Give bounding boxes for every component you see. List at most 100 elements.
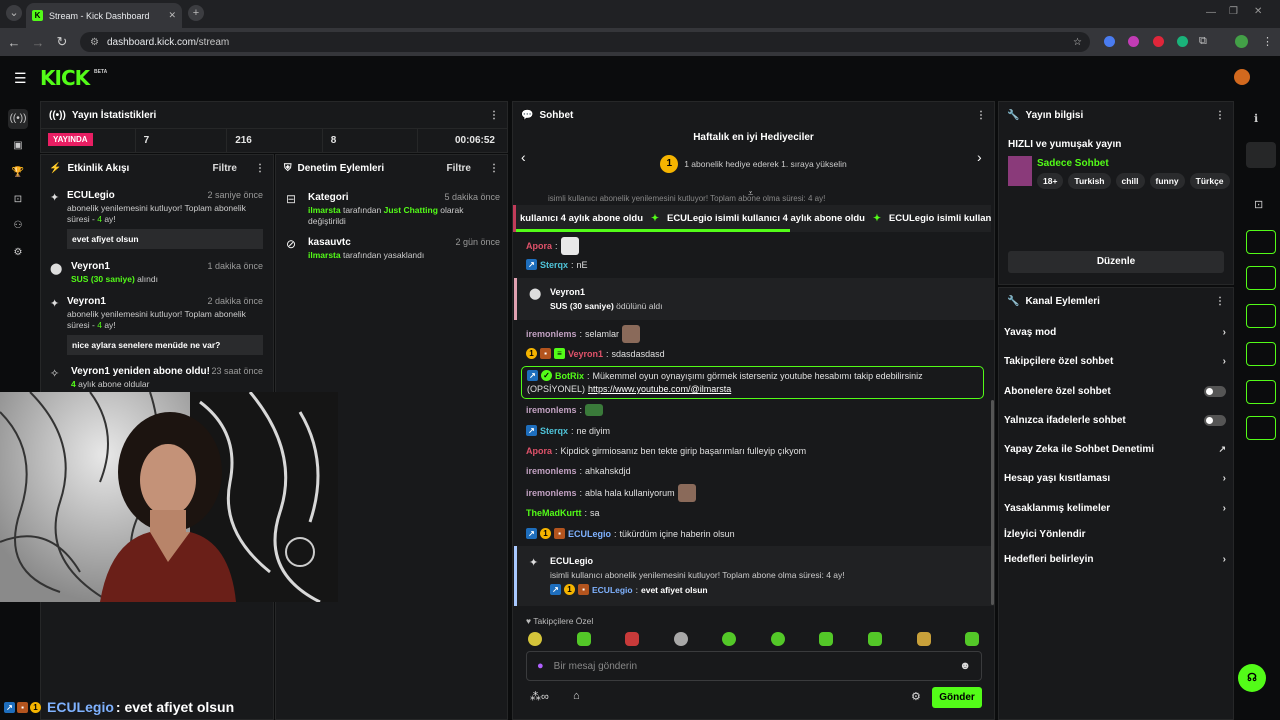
url-input[interactable]: ⚙ dashboard.kick.com/stream ☆: [80, 32, 1090, 52]
chat-message: ↗ Sterqx: ne diyim: [526, 425, 610, 436]
channel-actions-menu-icon[interactable]: ⋮: [1215, 296, 1225, 307]
action-banned-words[interactable]: Yasaklanmış kelimeler ›: [1004, 503, 1226, 514]
browser-tab[interactable]: K Stream - Kick Dashboard ✕: [26, 3, 182, 28]
chevron-right-icon: ›: [1222, 356, 1226, 367]
pin-icon[interactable]: ⩡: [748, 188, 753, 199]
sub-quote: ↗ 1 ▪ ECULegio: evet afiyet olsun: [550, 584, 708, 595]
edit-button[interactable]: Düzenle: [1008, 251, 1224, 273]
quick-action-icon[interactable]: ⊡: [1254, 198, 1263, 211]
gifter-badge-icon: 1: [564, 584, 575, 595]
bookmark-star-icon[interactable]: ☆: [1073, 37, 1082, 48]
reload-icon[interactable]: ↻: [50, 34, 74, 50]
support-chat-icon[interactable]: ☊: [1238, 664, 1266, 692]
action-ai-moderation[interactable]: Yapay Zeka ile Sohbet Denetimi ↗: [1004, 444, 1226, 455]
kick-logo[interactable]: KICK: [40, 66, 90, 90]
site-info-icon[interactable]: ⚙: [90, 37, 99, 48]
emote-shortcut[interactable]: [625, 632, 639, 646]
chat-settings-icon[interactable]: ⚙: [911, 690, 921, 703]
minimize-icon[interactable]: —: [1206, 7, 1216, 18]
action-account-age[interactable]: Hesap yaşı kısıtlaması ›: [1004, 473, 1226, 484]
activity-menu-icon[interactable]: ⋮: [255, 163, 265, 174]
extension-icon[interactable]: [1128, 36, 1139, 47]
toggle-switch[interactable]: [1204, 415, 1226, 426]
action-followers-only[interactable]: Takipçilere özel sohbet ›: [1004, 356, 1226, 367]
moderation-filter-button[interactable]: Filtre: [447, 163, 471, 174]
emote-shortcut[interactable]: [577, 632, 591, 646]
stream-info-menu-icon[interactable]: ⋮: [1215, 110, 1225, 121]
info-icon[interactable]: ℹ: [1254, 112, 1258, 125]
toggle-switch[interactable]: [1204, 386, 1226, 397]
quick-action-button[interactable]: [1246, 380, 1276, 404]
action-goals[interactable]: Hedefleri belirleyin ›: [1004, 554, 1226, 565]
community-icon[interactable]: ⚇: [8, 216, 28, 236]
gifter-badge-icon: 1: [540, 528, 551, 539]
restore-icon[interactable]: ❐: [1229, 6, 1238, 17]
user-avatar[interactable]: [1234, 69, 1250, 85]
tag: 18+: [1037, 173, 1064, 189]
chat-scrollbar[interactable]: [991, 400, 994, 605]
quick-action-button[interactable]: [1246, 266, 1276, 290]
category-link[interactable]: Sadece Sohbet: [1037, 158, 1109, 169]
action-subscribers-only[interactable]: Abonelere özel sohbet: [1004, 386, 1226, 397]
activity-quote: evet afiyet olsun: [67, 229, 263, 249]
emote-shortcut[interactable]: [771, 632, 785, 646]
chat-message: iremonlems:: [526, 404, 604, 416]
activity-filter-button[interactable]: Filtre: [213, 163, 237, 174]
quick-action-button[interactable]: [1246, 142, 1276, 168]
overlay-user: ECULegio: [47, 699, 114, 715]
quick-action-button[interactable]: [1246, 304, 1276, 328]
points-icon[interactable]: ⁂∞: [530, 690, 549, 703]
close-window-icon[interactable]: ✕: [1254, 6, 1262, 17]
reward-icon: ⬤: [50, 263, 63, 275]
chat-input[interactable]: ● Bir mesaj gönderin ☻: [526, 651, 982, 681]
emote-image: [585, 404, 604, 416]
stream-icon[interactable]: ((•)): [8, 109, 28, 129]
send-button[interactable]: Gönder: [932, 687, 982, 708]
right-quick-actions: ℹ ⊡ ☊: [1236, 100, 1280, 720]
chevron-left-icon[interactable]: ‹: [521, 149, 526, 165]
activity-text: SUS (30 saniye) alındı: [71, 274, 158, 284]
forward-icon[interactable]: →: [26, 35, 50, 50]
extension-icon[interactable]: [1177, 36, 1188, 47]
profile-avatar[interactable]: [1235, 35, 1248, 48]
chat-menu-icon[interactable]: ⋮: [976, 110, 986, 121]
moderation-item: ⊘ kasauvtc 2 gün önce ilmarsta tarafında…: [286, 237, 500, 261]
channel-actions-header: 🔧 Kanal Eylemleri ⋮: [999, 288, 1233, 314]
extension-icon[interactable]: [1153, 36, 1164, 47]
tab-search-icon[interactable]: ⌄: [6, 5, 22, 21]
emote-shortcut[interactable]: [965, 632, 979, 646]
extension-icon[interactable]: [1104, 36, 1115, 47]
chevron-right-icon[interactable]: ›: [977, 149, 982, 165]
youtube-link[interactable]: https://www.youtube.com/@ilmarsta: [588, 384, 731, 394]
emote-shortcut[interactable]: [528, 632, 542, 646]
action-host[interactable]: İzleyici Yönlendir: [1004, 529, 1226, 540]
emote-shortcut[interactable]: [674, 632, 688, 646]
settings-icon[interactable]: ⚙: [8, 243, 28, 263]
sparkle-icon: ✦: [50, 298, 60, 310]
ticker-progress-bar: [516, 229, 790, 232]
action-emote-only[interactable]: Yalnızca ifadelerle sohbet: [1004, 415, 1226, 426]
new-tab-icon[interactable]: +: [188, 5, 204, 21]
back-icon[interactable]: ←: [2, 35, 26, 50]
action-slow-mode[interactable]: Yavaş mod ›: [1004, 327, 1226, 338]
emote-shortcut[interactable]: [819, 632, 833, 646]
emote-shortcut[interactable]: [722, 632, 736, 646]
emoji-icon[interactable]: ☻: [959, 660, 971, 672]
microphone-icon[interactable]: ●: [537, 660, 544, 672]
category-icon: ⊟: [286, 192, 297, 206]
quick-action-button[interactable]: [1246, 416, 1276, 440]
quick-action-button[interactable]: [1246, 342, 1276, 366]
hamburger-menu-icon[interactable]: ☰: [14, 70, 27, 87]
quick-action-button[interactable]: [1246, 230, 1276, 254]
store-icon[interactable]: ⌂: [573, 690, 580, 702]
close-tab-icon[interactable]: ✕: [168, 10, 176, 21]
emote-shortcut[interactable]: [868, 632, 882, 646]
analytics-icon[interactable]: ▣: [8, 136, 28, 156]
chrome-menu-icon[interactable]: ⋮: [1262, 35, 1273, 48]
emote-shortcut[interactable]: [917, 632, 931, 646]
stats-menu-icon[interactable]: ⋮: [489, 110, 499, 121]
extensions-puzzle-icon[interactable]: ⧉: [1199, 35, 1207, 48]
trophy-icon[interactable]: 🏆: [8, 163, 28, 183]
bot-icon[interactable]: ⊡: [8, 190, 28, 210]
moderation-menu-icon[interactable]: ⋮: [489, 163, 499, 174]
